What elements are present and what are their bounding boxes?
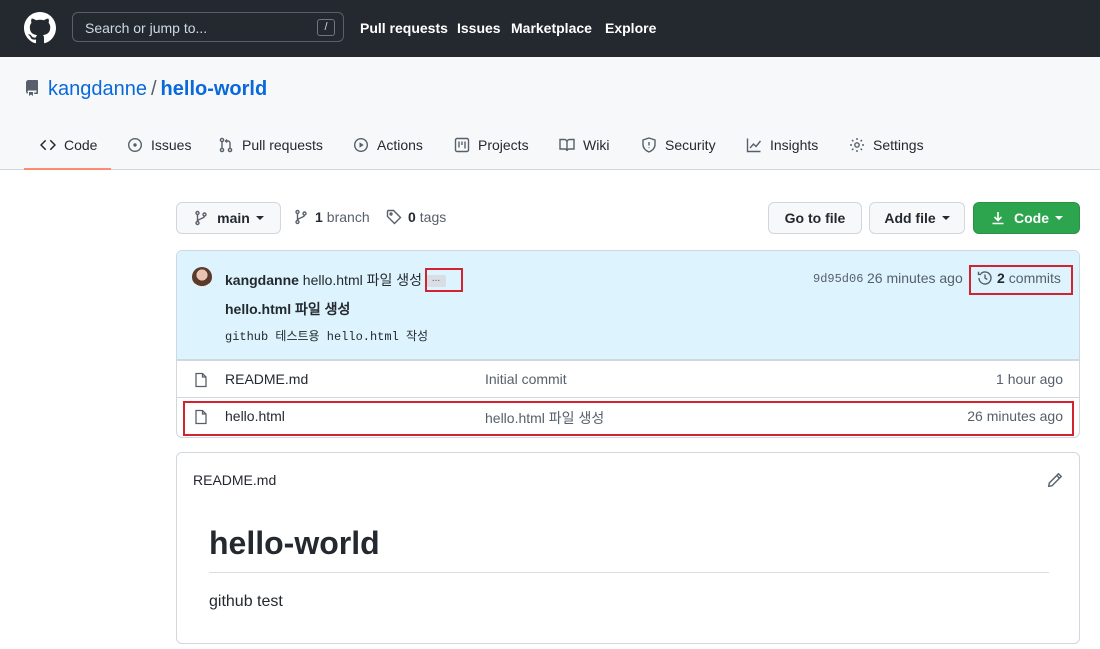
tab-wiki[interactable]: Wiki [559, 137, 609, 170]
latest-commit-panel: kangdanne hello.html 파일 생성... 9d95d06 26… [177, 251, 1079, 360]
nav-marketplace[interactable]: Marketplace [511, 20, 592, 36]
search-input[interactable]: Search or jump to... / [72, 12, 344, 42]
tab-label: Projects [478, 137, 529, 153]
branch-name: main [217, 210, 250, 226]
readme-body: github test [209, 593, 283, 610]
file-name[interactable]: README.md [225, 371, 308, 387]
add-file-button[interactable]: Add file [869, 202, 965, 234]
file-icon [195, 372, 207, 388]
graph-icon [746, 138, 762, 153]
tab-label: Insights [770, 137, 819, 153]
file-age: 1 hour ago [996, 371, 1063, 387]
file-commit-message[interactable]: Initial commit [485, 371, 567, 387]
gear-icon [850, 138, 864, 152]
repo-name-link[interactable]: hello-world [161, 78, 268, 100]
tab-actions[interactable]: Actions [353, 137, 423, 170]
download-icon [992, 212, 1004, 225]
readme-heading: hello-world [209, 525, 380, 561]
tab-label: Security [665, 137, 716, 153]
global-header: Search or jump to... / Pull requests Iss… [0, 0, 1100, 57]
tab-label: Wiki [583, 137, 610, 153]
repo-icon [25, 80, 38, 96]
tags-link[interactable]: 0 tags [386, 209, 446, 225]
issue-icon [127, 137, 143, 153]
nav-pull-requests[interactable]: Pull requests [360, 20, 448, 36]
tab-issues[interactable]: Issues [127, 137, 191, 170]
chevron-down-icon [941, 216, 950, 220]
tab-security[interactable]: Security [641, 137, 716, 170]
book-icon [559, 138, 575, 152]
branch-label: branch [326, 209, 370, 225]
code-button-label: Code [1014, 210, 1049, 226]
nav-issues[interactable]: Issues [457, 20, 501, 36]
code-button[interactable]: Code [973, 202, 1080, 234]
tag-count: 0 [408, 209, 416, 225]
code-icon [40, 139, 56, 151]
tab-insights[interactable]: Insights [746, 137, 818, 170]
readme-filename: README.md [193, 472, 277, 488]
tab-label: Settings [873, 137, 924, 153]
commit-time: 26 minutes ago [867, 270, 963, 286]
tab-code[interactable]: Code [24, 137, 111, 170]
divider [209, 572, 1049, 573]
repo-owner-link[interactable]: kangdanne [48, 78, 147, 100]
commit-message-link[interactable]: hello.html 파일 생성 [303, 272, 422, 288]
nav-explore[interactable]: Explore [605, 20, 656, 36]
chevron-down-icon [255, 216, 264, 220]
avatar[interactable] [192, 267, 212, 287]
file-row[interactable]: README.md Initial commit 1 hour ago [177, 360, 1079, 397]
file-browser: kangdanne hello.html 파일 생성... 9d95d06 26… [176, 250, 1080, 438]
tab-label: Actions [377, 137, 423, 153]
search-placeholder: Search or jump to... [85, 20, 208, 36]
repo-separator: / [150, 78, 157, 100]
tab-projects[interactable]: Projects [454, 137, 529, 170]
play-icon [353, 137, 369, 153]
tab-label: Code [64, 137, 98, 153]
repo-title: kangdanne / hello-world [48, 78, 267, 101]
commit-author-link[interactable]: kangdanne [225, 272, 299, 288]
commit-summary: kangdanne hello.html 파일 생성... [225, 270, 447, 290]
branches-link[interactable]: 1 branch [293, 209, 370, 225]
highlight-box [183, 401, 1074, 436]
branch-icon [295, 209, 307, 225]
github-logo-icon[interactable] [24, 12, 56, 44]
commit-sha-link[interactable]: 9d95d06 [813, 272, 863, 286]
go-to-file-button[interactable]: Go to file [768, 202, 862, 234]
tab-label: Pull requests [242, 137, 323, 153]
repo-header: kangdanne / hello-world Code Issues Pull r… [0, 57, 1100, 170]
commit-description: github 테스트용 hello.html 작성 [225, 330, 429, 344]
shield-icon [642, 137, 656, 153]
highlight-box [425, 268, 463, 292]
pencil-icon[interactable] [1047, 472, 1063, 488]
tag-icon [386, 209, 402, 225]
chevron-down-icon [1055, 216, 1063, 220]
add-file-label: Add file [884, 210, 936, 226]
pull-request-icon [219, 137, 233, 153]
tab-label: Issues [151, 137, 192, 153]
readme-panel: README.md hello-world github test [176, 452, 1080, 644]
search-shortcut-badge: / [317, 19, 335, 36]
branch-select-button[interactable]: main [176, 202, 281, 234]
project-icon [454, 137, 470, 153]
tag-label: tags [419, 209, 447, 225]
branch-icon [195, 210, 207, 226]
branch-count: 1 [315, 209, 323, 225]
commit-title: hello.html 파일 생성 [225, 301, 351, 317]
tab-settings[interactable]: Settings [849, 137, 924, 170]
highlight-box [969, 265, 1073, 295]
tab-pull-requests[interactable]: Pull requests [218, 137, 323, 170]
